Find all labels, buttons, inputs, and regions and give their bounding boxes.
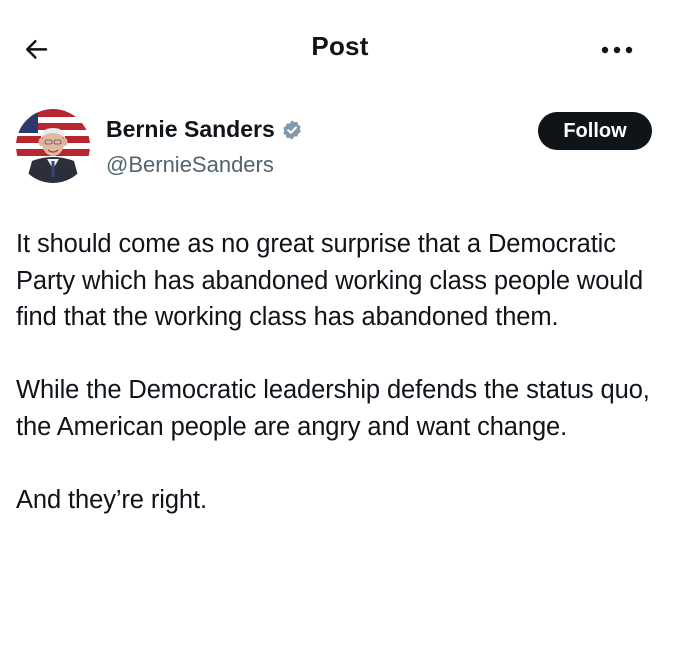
follow-button[interactable]: Follow: [538, 112, 652, 150]
post-paragraph: While the Democratic leadership defends …: [16, 376, 650, 441]
author-name: Bernie Sanders: [106, 116, 275, 142]
author-handle[interactable]: @BernieSanders: [106, 152, 274, 178]
more-options-button[interactable]: [592, 30, 642, 70]
avatar-image: [16, 109, 90, 183]
post-paragraph: It should come as no great surprise that…: [16, 230, 644, 331]
author-name-row[interactable]: Bernie Sanders: [106, 116, 303, 143]
top-bar: Post: [0, 0, 680, 96]
verified-badge-icon: [283, 119, 301, 140]
post-text: It should come as no great surprise that…: [16, 226, 664, 555]
avatar[interactable]: [16, 109, 90, 183]
more-horizontal-icon: [601, 46, 633, 54]
post-author: Bernie Sanders @BernieSanders Follow: [0, 100, 680, 190]
post-paragraph: And they’re right.: [16, 485, 207, 514]
page-title: Post: [311, 31, 369, 61]
